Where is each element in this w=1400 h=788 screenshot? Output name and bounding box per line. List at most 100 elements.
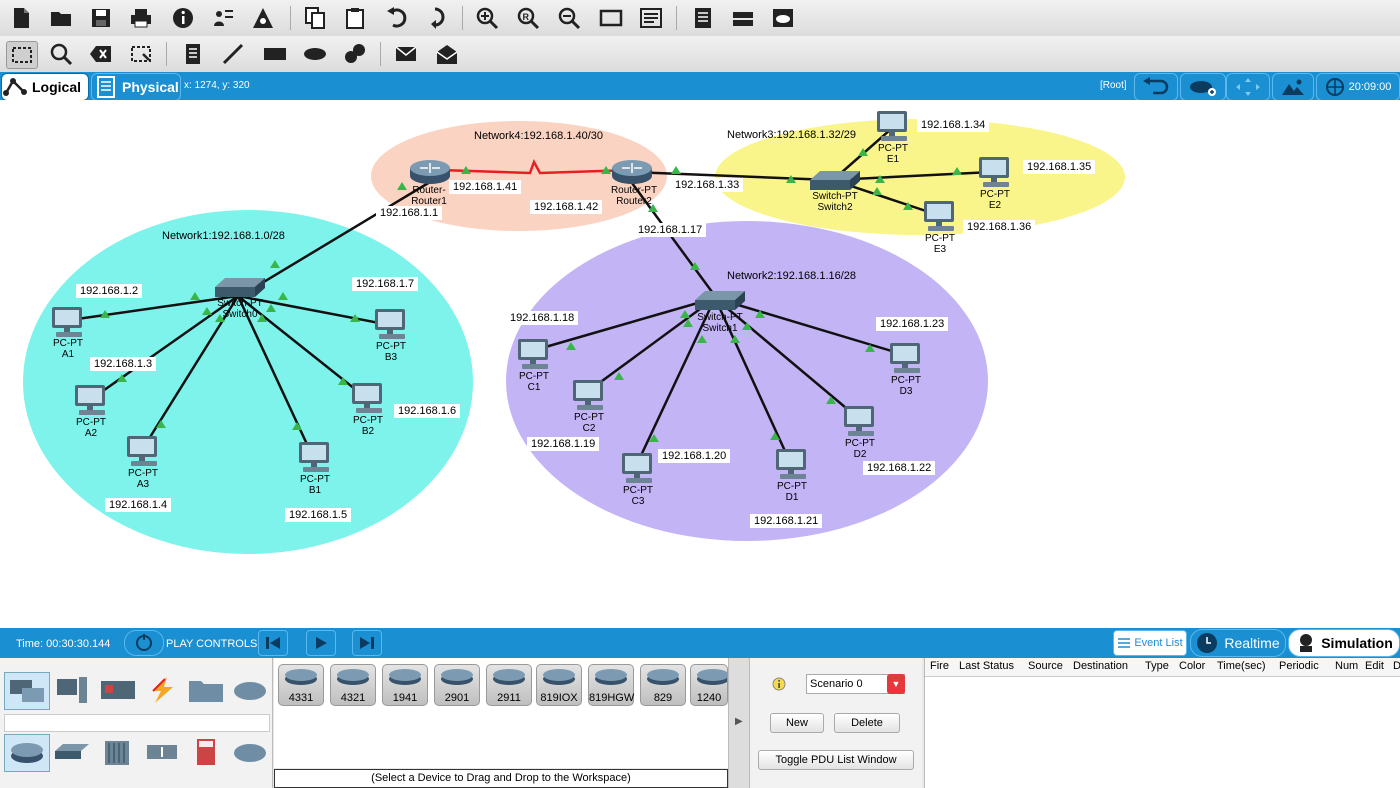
resize-icon[interactable] <box>128 41 154 67</box>
pc-e2-icon[interactable] <box>979 157 1009 187</box>
panel-splitter[interactable]: ▶ <box>728 658 750 788</box>
device-model-tile[interactable]: 2901 <box>434 664 480 706</box>
toggle-pdu-list-button[interactable]: Toggle PDU List Window <box>758 750 914 770</box>
paste-icon[interactable] <box>342 5 368 31</box>
freeform-icon[interactable] <box>342 41 368 67</box>
zoom-out-icon[interactable] <box>556 5 582 31</box>
ip-pc-e2: 192.168.1.35 <box>1023 160 1096 174</box>
activity-wizard-icon[interactable] <box>210 5 236 31</box>
undo-icon[interactable] <box>384 5 410 31</box>
new-cluster-button[interactable] <box>1180 73 1226 101</box>
security-category-icon[interactable] <box>184 734 228 770</box>
new-scenario-button[interactable]: New <box>770 713 824 733</box>
components-icon[interactable] <box>96 672 140 708</box>
model-label: 1240 <box>696 692 722 704</box>
device-model-tile[interactable]: 4331 <box>278 664 324 706</box>
back-step-button[interactable] <box>258 630 288 656</box>
cloud-viewer-icon[interactable] <box>770 5 796 31</box>
set-background-button[interactable] <box>1272 73 1314 101</box>
forward-step-button[interactable] <box>352 630 382 656</box>
switch1-icon[interactable] <box>695 291 745 310</box>
network-info-icon[interactable] <box>250 5 276 31</box>
event-list-label: Event List <box>1134 637 1183 649</box>
pc-c3-icon[interactable] <box>622 453 652 483</box>
pc-d3-icon[interactable] <box>890 343 920 373</box>
pc-b2-label: PC-PT B2 <box>353 415 383 437</box>
switch0-icon[interactable] <box>215 278 265 297</box>
pc-a2-icon[interactable] <box>75 385 105 415</box>
ip-router2-fa0: 192.168.1.33 <box>671 178 744 192</box>
scenario-select[interactable]: Scenario 0 ▼ <box>806 674 905 694</box>
end-devices-icon[interactable] <box>50 672 94 708</box>
wireless-category-icon[interactable] <box>140 734 184 770</box>
pc-c2-icon[interactable] <box>573 380 603 410</box>
add-simple-pdu-icon[interactable] <box>394 41 420 67</box>
rectangle-icon[interactable] <box>262 41 288 67</box>
pc-a3-icon[interactable] <box>127 436 157 466</box>
realtime-mode-button[interactable]: Realtime <box>1190 629 1286 657</box>
simulation-mode-button[interactable]: Simulation <box>1288 629 1400 657</box>
device-model-tile[interactable]: 829 <box>640 664 686 706</box>
hubs-category-icon[interactable] <box>96 734 140 770</box>
router1-icon[interactable] <box>409 159 451 185</box>
redo-icon[interactable] <box>424 5 450 31</box>
router2-icon[interactable] <box>611 159 653 185</box>
custom-device-icon[interactable] <box>638 5 664 31</box>
info-icon[interactable] <box>772 677 786 691</box>
pc-d1-icon[interactable] <box>776 449 806 479</box>
pc-b3-icon[interactable] <box>375 309 405 339</box>
pc-e3-icon[interactable] <box>924 201 954 231</box>
wan-emulation-icon[interactable] <box>228 734 272 770</box>
notes-icon[interactable] <box>690 5 716 31</box>
move-object-button[interactable] <box>1226 73 1270 101</box>
col-type: Type <box>1145 660 1169 672</box>
misc-folder-icon[interactable] <box>184 672 228 708</box>
pc-e1-icon[interactable] <box>877 111 907 141</box>
play-button[interactable] <box>306 630 336 656</box>
print-icon[interactable] <box>128 5 154 31</box>
pdu-list-table: Fire Last Status Source Destination Type… <box>924 658 1400 788</box>
device-model-tile[interactable]: 1941 <box>382 664 428 706</box>
device-model-tile[interactable]: 1240 <box>690 664 728 706</box>
pc-b1-icon[interactable] <box>299 442 329 472</box>
line-icon[interactable] <box>220 41 246 67</box>
back-button[interactable] <box>1134 73 1178 101</box>
multiuser-cloud-icon[interactable] <box>228 672 272 708</box>
device-model-tile[interactable]: 4321 <box>330 664 376 706</box>
open-folder-icon[interactable] <box>48 5 74 31</box>
add-complex-pdu-icon[interactable] <box>434 41 460 67</box>
tab-physical[interactable]: Physical <box>91 73 181 101</box>
power-cycle-button[interactable] <box>124 630 164 656</box>
tab-logical[interactable]: Logical <box>1 73 89 101</box>
routers-category-icon[interactable] <box>4 734 50 772</box>
note-icon[interactable] <box>180 41 206 67</box>
device-model-tile[interactable]: 819HGW <box>588 664 634 706</box>
pc-a1-icon[interactable] <box>52 307 82 337</box>
connections-icon[interactable] <box>140 672 184 708</box>
event-list-button[interactable]: Event List <box>1113 630 1187 656</box>
select-icon[interactable] <box>6 41 38 69</box>
pc-c1-icon[interactable] <box>518 339 548 369</box>
switch2-icon[interactable] <box>810 171 860 190</box>
simulation-bar: Time: 00:30:30.144 PLAY CONTROLS: Event … <box>0 628 1400 658</box>
save-icon[interactable] <box>88 5 114 31</box>
info-icon[interactable] <box>170 5 196 31</box>
device-dialog-icon[interactable] <box>730 5 756 31</box>
device-model-tile[interactable]: 819IOX <box>536 664 582 706</box>
delete-icon[interactable] <box>88 41 114 67</box>
delete-scenario-button[interactable]: Delete <box>834 713 900 733</box>
inspect-icon[interactable] <box>48 41 74 67</box>
logical-workspace[interactable]: Network1:192.168.1.0/28 Network2:192.168… <box>0 100 1400 628</box>
pc-b2-icon[interactable] <box>352 383 382 413</box>
device-model-tile[interactable]: 2911 <box>486 664 532 706</box>
switches-category-icon[interactable] <box>50 734 94 770</box>
ellipse-icon[interactable] <box>302 41 328 67</box>
zoom-in-icon[interactable] <box>474 5 500 31</box>
pc-d2-icon[interactable] <box>844 406 874 436</box>
drawing-palette-icon[interactable] <box>598 5 624 31</box>
copy-icon[interactable] <box>302 5 328 31</box>
viewport-clock-button[interactable]: 20:09:00 <box>1316 73 1400 101</box>
network-devices-icon[interactable] <box>4 672 50 710</box>
zoom-reset-icon[interactable]: R <box>515 5 541 31</box>
new-file-icon[interactable] <box>8 5 34 31</box>
